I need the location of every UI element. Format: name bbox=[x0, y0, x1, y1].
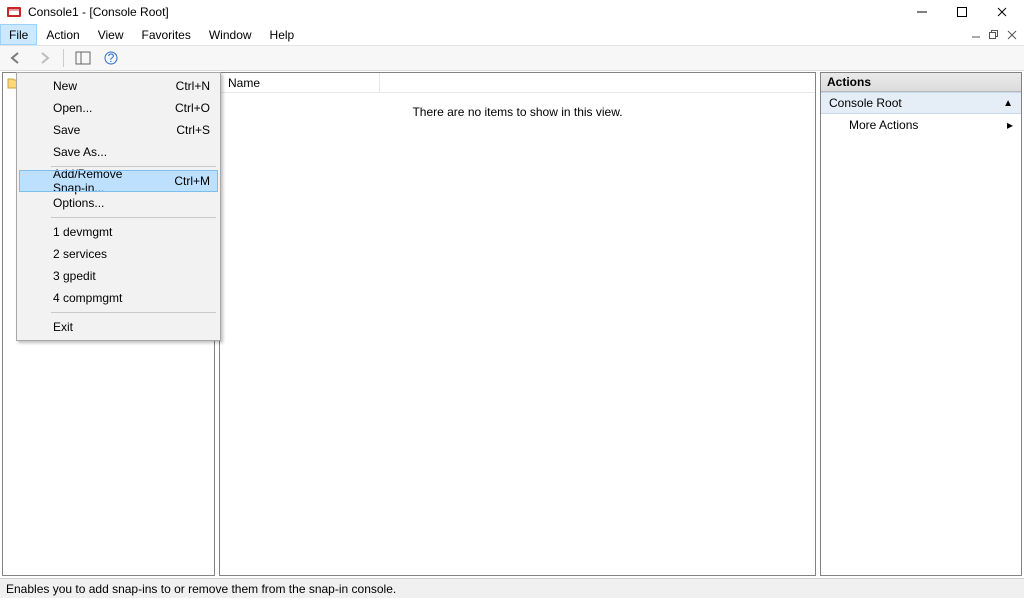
list-column-name[interactable]: Name bbox=[220, 73, 380, 92]
toolbar: ? bbox=[0, 45, 1024, 71]
file-menu-open-label: Open... bbox=[53, 101, 92, 115]
actions-pane: Actions Console Root ▲ More Actions ▸ bbox=[820, 72, 1022, 576]
menu-window[interactable]: Window bbox=[200, 24, 261, 45]
menu-action[interactable]: Action bbox=[37, 24, 88, 45]
menu-favorites[interactable]: Favorites bbox=[133, 24, 200, 45]
maximize-button[interactable] bbox=[942, 0, 982, 24]
menu-help[interactable]: Help bbox=[261, 24, 304, 45]
mdi-minimize-button[interactable] bbox=[968, 27, 984, 43]
file-menu-save[interactable]: Save Ctrl+S bbox=[19, 119, 218, 141]
actions-body: Console Root ▲ More Actions ▸ bbox=[821, 92, 1021, 136]
file-menu-add-remove-label: Add/Remove Snap-in... bbox=[53, 167, 150, 195]
menu-favorites-label: Favorites bbox=[142, 28, 191, 42]
file-menu-recent-3[interactable]: 3 gpedit bbox=[19, 265, 218, 287]
mdi-close-button[interactable] bbox=[1004, 27, 1020, 43]
list-column-name-label: Name bbox=[228, 76, 260, 90]
file-menu-open-shortcut: Ctrl+O bbox=[151, 101, 210, 115]
file-menu-recent-2-label: 2 services bbox=[53, 247, 107, 261]
file-menu-recent-3-label: 3 gpedit bbox=[53, 269, 96, 283]
file-menu-options[interactable]: Options... bbox=[19, 192, 218, 214]
actions-block-label: Console Root bbox=[829, 96, 902, 110]
titlebar-left: Console1 - [Console Root] bbox=[6, 4, 169, 20]
mdi-restore-button[interactable] bbox=[986, 27, 1002, 43]
file-menu-recent-4-label: 4 compmgmt bbox=[53, 291, 122, 305]
file-menu-new-label: New bbox=[53, 79, 77, 93]
file-menu-dropdown: New Ctrl+N Open... Ctrl+O Save Ctrl+S Sa… bbox=[16, 72, 221, 341]
menu-file-label: File bbox=[9, 28, 28, 42]
list-empty-text: There are no items to show in this view. bbox=[412, 105, 622, 119]
file-menu-new[interactable]: New Ctrl+N bbox=[19, 75, 218, 97]
file-menu-options-label: Options... bbox=[53, 196, 104, 210]
svg-text:?: ? bbox=[108, 51, 115, 65]
toolbar-help-button[interactable]: ? bbox=[99, 47, 123, 69]
file-menu-open[interactable]: Open... Ctrl+O bbox=[19, 97, 218, 119]
file-menu-new-shortcut: Ctrl+N bbox=[152, 79, 210, 93]
file-menu-exit[interactable]: Exit bbox=[19, 316, 218, 338]
menubar: File Action View Favorites Window Help bbox=[0, 24, 1024, 45]
window-controls bbox=[902, 0, 1022, 24]
list-body: There are no items to show in this view. bbox=[220, 93, 815, 575]
file-menu-save-as[interactable]: Save As... bbox=[19, 141, 218, 163]
action-more-actions-label: More Actions bbox=[849, 118, 918, 132]
file-menu-add-remove-shortcut: Ctrl+M bbox=[150, 174, 210, 188]
file-menu-recent-4[interactable]: 4 compmgmt bbox=[19, 287, 218, 309]
window-title: Console1 - [Console Root] bbox=[28, 5, 169, 19]
file-menu-exit-label: Exit bbox=[53, 320, 73, 334]
mdi-controls bbox=[968, 24, 1024, 45]
collapse-arrow-icon: ▲ bbox=[1003, 98, 1013, 109]
menu-window-label: Window bbox=[209, 28, 252, 42]
menu-view[interactable]: View bbox=[89, 24, 133, 45]
file-menu-save-shortcut: Ctrl+S bbox=[152, 123, 210, 137]
actions-pane-title: Actions bbox=[821, 73, 1021, 92]
file-menu-recent-2[interactable]: 2 services bbox=[19, 243, 218, 265]
minimize-button[interactable] bbox=[902, 0, 942, 24]
file-menu-save-label: Save bbox=[53, 123, 80, 137]
toolbar-forward-button[interactable] bbox=[32, 47, 56, 69]
mmc-icon bbox=[6, 4, 22, 20]
file-menu-save-as-label: Save As... bbox=[53, 145, 107, 159]
content-area: Console Root Name There are no items to … bbox=[2, 72, 1022, 576]
titlebar: Console1 - [Console Root] bbox=[0, 0, 1024, 24]
close-button[interactable] bbox=[982, 0, 1022, 24]
statusbar-text: Enables you to add snap-ins to or remove… bbox=[6, 582, 396, 596]
toolbar-separator bbox=[63, 49, 64, 67]
menu-view-label: View bbox=[98, 28, 124, 42]
list-pane: Name There are no items to show in this … bbox=[219, 72, 816, 576]
action-more-actions[interactable]: More Actions ▸ bbox=[821, 114, 1021, 136]
list-header: Name bbox=[220, 73, 815, 93]
dropdown-separator bbox=[51, 312, 216, 313]
toolbar-show-hide-tree-button[interactable] bbox=[71, 47, 95, 69]
file-menu-recent-1-label: 1 devmgmt bbox=[53, 225, 112, 239]
actions-block-header[interactable]: Console Root ▲ bbox=[821, 92, 1021, 114]
file-menu-add-remove-snapin[interactable]: Add/Remove Snap-in... Ctrl+M bbox=[19, 170, 218, 192]
dropdown-separator bbox=[51, 217, 216, 218]
submenu-arrow-icon: ▸ bbox=[1007, 118, 1013, 132]
toolbar-back-button[interactable] bbox=[4, 47, 28, 69]
menu-file[interactable]: File bbox=[0, 24, 37, 45]
statusbar: Enables you to add snap-ins to or remove… bbox=[0, 578, 1024, 598]
menu-help-label: Help bbox=[270, 28, 295, 42]
file-menu-recent-1[interactable]: 1 devmgmt bbox=[19, 221, 218, 243]
menu-action-label: Action bbox=[46, 28, 79, 42]
